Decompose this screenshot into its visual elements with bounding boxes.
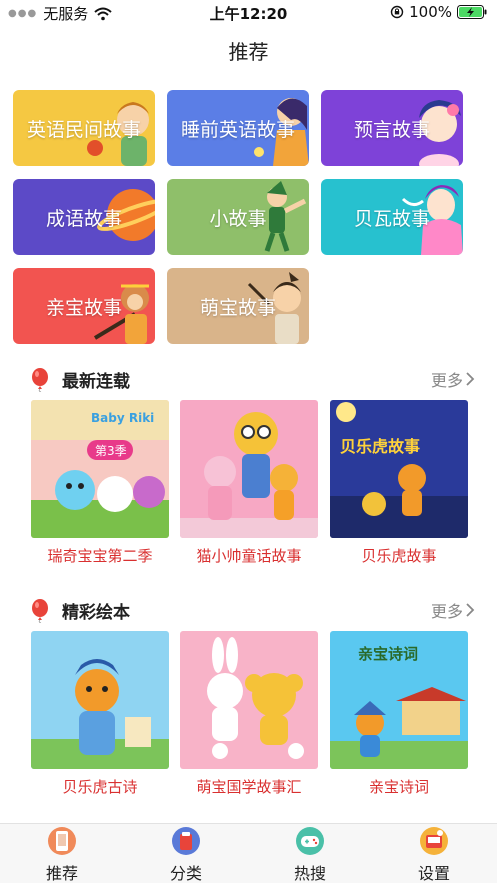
content-card[interactable]: 萌宝国学故事汇 <box>180 631 318 797</box>
more-label: 更多 <box>430 371 463 390</box>
card-thumbnail <box>31 631 169 769</box>
tab-label: 热搜 <box>293 864 326 883</box>
balloon-icon <box>32 368 48 392</box>
battery-charging-icon <box>457 5 487 19</box>
category-label: 小故事 <box>209 207 267 230</box>
section-title: 精彩绘本 <box>62 603 130 623</box>
card-thumbnail <box>180 400 318 538</box>
more-link[interactable]: 更多 <box>431 367 475 391</box>
section-header-picture-books: 精彩绘本 更多 <box>30 597 475 623</box>
chevron-right-icon <box>466 372 475 386</box>
category-label: 预言故事 <box>353 118 430 141</box>
category-tile-idioms[interactable]: 成语故事 <box>13 179 155 255</box>
content-card[interactable]: 猫小帅童话故事 <box>180 400 318 566</box>
gamepad-tab-icon <box>296 827 324 855</box>
category-tile-fables[interactable]: 预言故事 <box>321 90 463 166</box>
tab-settings[interactable]: 设置 <box>372 824 496 883</box>
content-card[interactable]: 亲宝诗词 亲宝诗词 <box>330 631 468 797</box>
category-tab-icon <box>172 827 200 855</box>
more-label: 更多 <box>430 602 463 621</box>
card-title: 亲宝诗词 <box>368 778 429 796</box>
card-title: 贝乐虎古诗 <box>62 778 138 796</box>
content-card[interactable]: Baby Riki 第3季 瑞奇宝宝第二季 <box>31 400 169 566</box>
card-thumbnail: 贝乐虎故事 <box>330 400 468 538</box>
more-link[interactable]: 更多 <box>431 598 475 622</box>
tab-label: 分类 <box>169 864 202 883</box>
category-tile-short-stories[interactable]: 小故事 <box>167 179 309 255</box>
category-label: 贝瓦故事 <box>353 207 430 230</box>
thumb-season-text: 第3季 <box>95 444 127 458</box>
tab-label: 设置 <box>417 864 450 883</box>
section-header-latest: 最新连载 更多 <box>30 366 475 392</box>
tab-trending[interactable]: 热搜 <box>248 824 372 883</box>
content-card[interactable]: 贝乐虎古诗 <box>31 631 169 797</box>
card-thumbnail <box>180 631 318 769</box>
section-title: 最新连载 <box>62 372 130 392</box>
tab-bar: 推荐 分类 热搜 设置 <box>0 823 497 883</box>
category-label: 亲宝故事 <box>45 296 122 319</box>
category-label: 睡前英语故事 <box>180 118 295 141</box>
card-title: 贝乐虎故事 <box>361 547 437 565</box>
category-tile-english-folk[interactable]: 英语民间故事 <box>13 90 155 166</box>
tab-recommend[interactable]: 推荐 <box>0 824 124 883</box>
thumb-logo-text: 亲宝诗词 <box>358 645 418 663</box>
page-title: 推荐 <box>228 40 269 64</box>
category-tile-mengbao[interactable]: 萌宝故事 <box>167 268 309 344</box>
card-thumbnail: 亲宝诗词 <box>330 631 468 769</box>
status-bar: ●●● 无服务 上午12:20 100% <box>0 0 497 26</box>
phone-tab-icon <box>48 827 76 855</box>
tab-category[interactable]: 分类 <box>124 824 248 883</box>
tab-label: 推荐 <box>45 864 78 883</box>
category-tile-qinbao[interactable]: 亲宝故事 <box>13 268 155 344</box>
category-label: 英语民间故事 <box>26 118 141 141</box>
orientation-lock-icon <box>390 5 404 19</box>
card-thumbnail: Baby Riki 第3季 <box>31 400 169 538</box>
thumb-logo-text: Baby Riki <box>91 411 154 425</box>
thumb-logo-text: 贝乐虎故事 <box>340 437 420 456</box>
card-title: 猫小帅童话故事 <box>196 547 302 565</box>
category-tile-beva[interactable]: 贝瓦故事 <box>321 179 463 255</box>
card-title: 萌宝国学故事汇 <box>196 778 302 796</box>
content-card[interactable]: 贝乐虎故事 贝乐虎故事 <box>330 400 468 566</box>
settings-tab-icon <box>420 827 448 855</box>
card-title: 瑞奇宝宝第二季 <box>47 547 153 565</box>
category-tile-bedtime-english[interactable]: 睡前英语故事 <box>167 90 309 166</box>
category-label: 成语故事 <box>45 207 122 230</box>
category-label: 萌宝故事 <box>199 296 276 319</box>
balloon-icon <box>32 599 48 623</box>
battery-percent: 100% <box>409 3 452 21</box>
status-right: 100% <box>390 3 487 21</box>
chevron-right-icon <box>466 603 475 617</box>
